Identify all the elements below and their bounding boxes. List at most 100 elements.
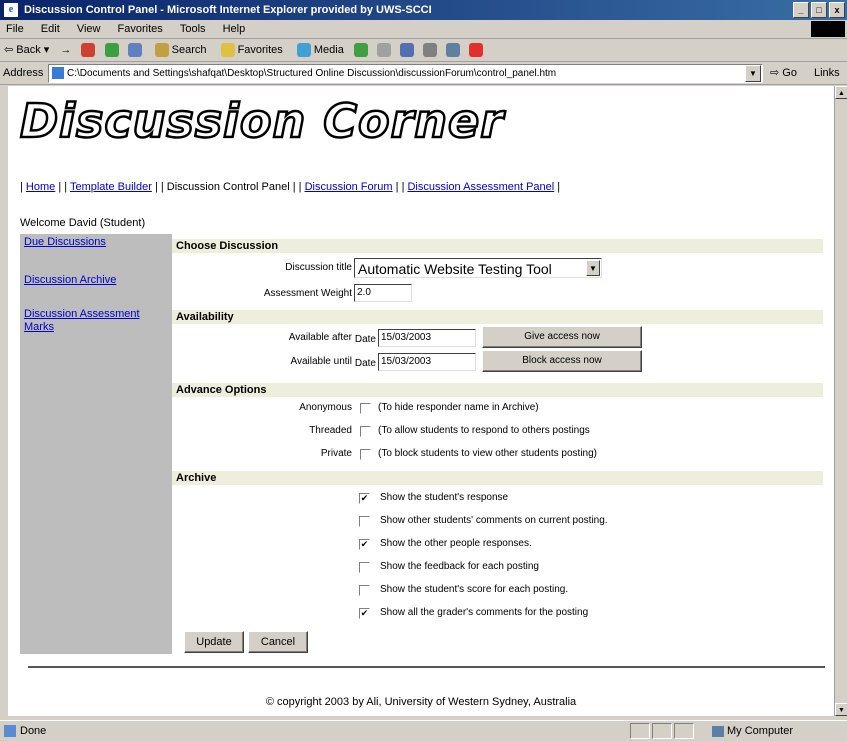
status-text: Done <box>20 725 47 737</box>
computer-icon <box>712 725 724 737</box>
menu-tools[interactable]: Tools <box>180 23 206 35</box>
mail-icon[interactable] <box>376 43 391 58</box>
links-button[interactable]: Links <box>814 62 840 84</box>
menu-view[interactable]: View <box>77 23 101 35</box>
status-bar: Done My Computer <box>0 720 847 741</box>
available-until-label: Available until <box>290 356 352 367</box>
nav-forum-link[interactable]: Discussion Forum <box>305 181 393 193</box>
archive-checkbox-5[interactable] <box>359 585 370 596</box>
nav-links: | Home | | Template Builder | | Discussi… <box>20 181 561 193</box>
site-logo: Discussion Corner <box>19 93 504 150</box>
threaded-checkbox[interactable] <box>360 426 371 437</box>
forward-button[interactable]: → <box>60 44 71 56</box>
maximize-button[interactable]: □ <box>811 2 827 18</box>
anonymous-label: Anonymous <box>299 402 352 413</box>
go-button[interactable]: ⇨ Go <box>770 62 797 84</box>
scroll-down-icon[interactable]: ▼ <box>835 703 847 716</box>
until-date-label: Date <box>354 358 376 369</box>
stop-icon[interactable] <box>81 43 96 58</box>
menu-favorites[interactable]: Favorites <box>118 23 163 35</box>
close-button[interactable]: x <box>829 2 845 18</box>
available-until-date-input[interactable]: 15/03/2003 <box>378 353 476 371</box>
vertical-scrollbar[interactable]: ▲ ▼ <box>834 86 847 716</box>
menu-file[interactable]: File <box>6 23 24 35</box>
menu-edit[interactable]: Edit <box>41 23 60 35</box>
assessment-weight-label: Assessment Weight <box>263 288 352 299</box>
section-archive: Archive <box>172 471 823 485</box>
private-label: Private <box>320 448 352 459</box>
cancel-button[interactable]: Cancel <box>248 631 308 653</box>
back-button[interactable]: ⇦ Back ▾ <box>4 44 49 56</box>
menu-help[interactable]: Help <box>223 23 246 35</box>
history-icon[interactable] <box>353 43 368 58</box>
status-cell-3 <box>674 723 694 739</box>
search-button[interactable]: Search <box>152 43 207 58</box>
page-done-icon <box>4 725 16 737</box>
favorites-button[interactable]: Favorites <box>218 43 283 58</box>
sidebar: Due Discussions Discussion Archive Discu… <box>20 234 172 654</box>
available-after-label: Available after <box>288 332 352 343</box>
section-choose-discussion: Choose Discussion <box>172 239 823 253</box>
window-title: Discussion Control Panel - Microsoft Int… <box>24 4 432 16</box>
media-button[interactable]: Media <box>294 43 344 58</box>
archive-option-4: Show the feedback for each posting <box>380 561 539 572</box>
footer-divider <box>28 666 825 668</box>
sidebar-item-discussion-archive[interactable]: Discussion Archive <box>24 274 116 287</box>
search-icon <box>154 43 169 58</box>
address-input[interactable]: C:\Documents and Settings\shafqat\Deskto… <box>48 64 763 83</box>
archive-checkbox-1[interactable]: ✔ <box>359 493 370 504</box>
home-icon[interactable] <box>127 43 142 58</box>
discuss-icon[interactable] <box>446 43 461 58</box>
threaded-description: (To allow students to respond to others … <box>378 425 590 436</box>
copyright-footer: © copyright 2003 by Ali, University of W… <box>265 696 577 708</box>
address-label: Address <box>3 67 44 79</box>
discussion-title-select[interactable]: Automatic Website Testing Tool ▼ <box>354 258 602 278</box>
title-bar: e Discussion Control Panel - Microsoft I… <box>0 0 847 20</box>
anonymous-description: (To hide responder name in Archive) <box>378 402 539 413</box>
after-date-label: Date <box>354 334 376 345</box>
anonymous-checkbox[interactable] <box>360 403 371 414</box>
nav-assessment-panel-link[interactable]: Discussion Assessment Panel <box>407 181 554 193</box>
window-controls: _ □ x <box>793 2 845 18</box>
nav-control-panel-current: Discussion Control Panel <box>166 181 290 193</box>
minimize-button[interactable]: _ <box>793 2 809 18</box>
archive-option-5: Show the student's score for each postin… <box>380 584 569 595</box>
assessment-weight-input[interactable]: 2.0 <box>354 284 412 302</box>
address-url: C:\Documents and Settings\shafqat\Deskto… <box>67 68 557 79</box>
private-description: (To block students to view other student… <box>378 448 598 459</box>
sidebar-item-due-discussions[interactable]: Due Discussions <box>24 236 106 249</box>
status-cell-2 <box>652 723 672 739</box>
block-access-now-button[interactable]: Block access now <box>482 350 642 372</box>
nav-template-builder-link[interactable]: Template Builder <box>70 181 152 193</box>
page-icon <box>52 67 64 80</box>
standard-toolbar: ⇦ Back ▾ → Search Favorites Media <box>0 39 847 62</box>
print-icon[interactable] <box>400 43 415 58</box>
archive-checkbox-6[interactable]: ✔ <box>359 608 370 619</box>
chevron-down-icon: ▼ <box>586 260 600 276</box>
security-zone: My Computer <box>712 721 793 741</box>
archive-option-6: Show all the grader's comments for the p… <box>380 607 589 618</box>
address-bar: Address C:\Documents and Settings\shafqa… <box>0 62 847 85</box>
ie-icon: e <box>4 3 18 17</box>
archive-option-1: Show the student's response <box>380 492 509 503</box>
address-dropdown-button[interactable]: ▼ <box>745 65 761 82</box>
discussion-title-label: Discussion title <box>285 262 352 273</box>
media-icon <box>296 43 311 58</box>
sidebar-item-assessment-marks[interactable]: Discussion Assessment Marks <box>24 308 164 334</box>
private-checkbox[interactable] <box>360 449 371 460</box>
nav-home-link[interactable]: Home <box>26 181 55 193</box>
give-access-now-button[interactable]: Give access now <box>482 326 642 348</box>
section-availability: Availability <box>172 310 823 324</box>
archive-checkbox-4[interactable] <box>359 562 370 573</box>
scroll-up-icon[interactable]: ▲ <box>835 86 847 99</box>
update-button[interactable]: Update <box>184 631 244 653</box>
archive-checkbox-2[interactable] <box>359 516 370 527</box>
available-after-date-input[interactable]: 15/03/2003 <box>378 329 476 347</box>
archive-option-2: Show other students' comments on current… <box>380 515 608 526</box>
archive-checkbox-3[interactable]: ✔ <box>359 539 370 550</box>
welcome-text: Welcome David (Student) <box>20 217 146 229</box>
refresh-icon[interactable] <box>104 43 119 58</box>
edit-icon[interactable] <box>423 43 438 58</box>
section-advance-options: Advance Options <box>172 383 823 397</box>
messenger-icon[interactable] <box>469 43 484 58</box>
